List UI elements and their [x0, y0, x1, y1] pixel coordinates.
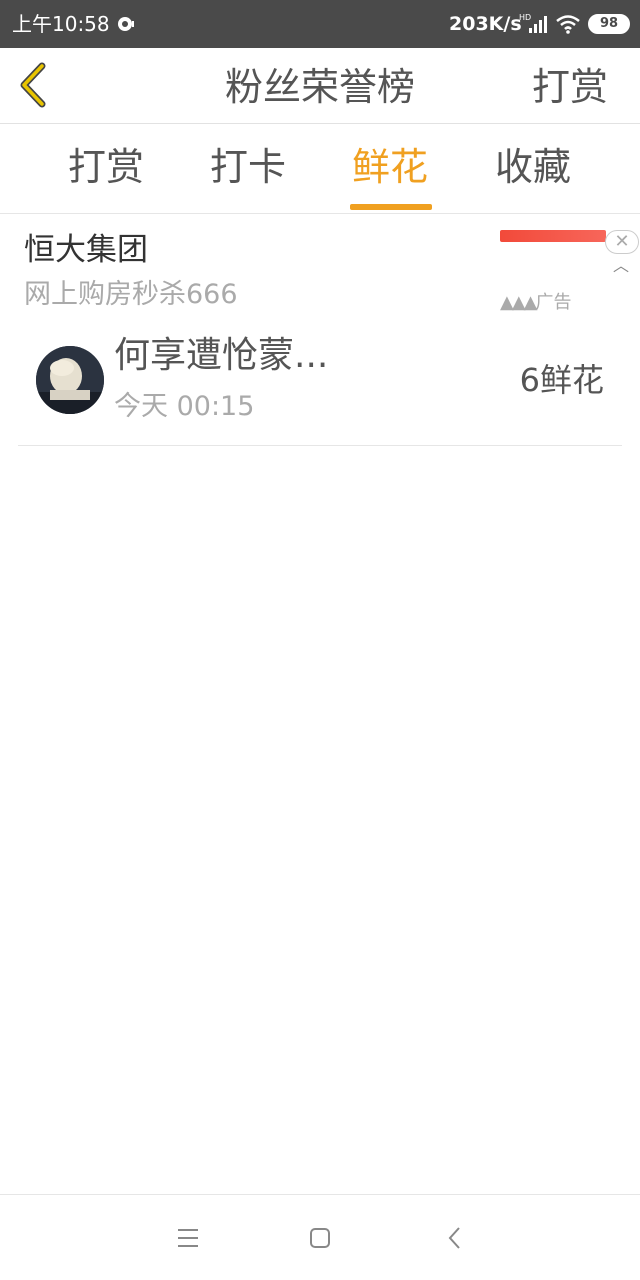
tab-checkin[interactable]: 打卡 — [210, 144, 286, 190]
battery-icon: 98 — [588, 14, 630, 34]
ad-label: ▲▲▲广告 — [500, 288, 572, 314]
status-time: 上午10:58 — [12, 12, 110, 36]
list-item[interactable]: 何享遭怆蒙... 今天 00:15 6鲜花 — [18, 320, 622, 446]
fan-name: 何享遭怆蒙... — [114, 335, 329, 376]
tab-tip[interactable]: 打赏 — [68, 144, 144, 190]
ad-description: 网上购房秒杀666 — [24, 279, 238, 310]
ad-image — [500, 230, 606, 242]
close-icon[interactable]: ✕ — [605, 230, 639, 254]
chevron-up-icon[interactable]: ︿ — [613, 252, 629, 276]
ad-label-mark: ▲▲▲ — [500, 292, 538, 313]
ad-label-text: 广告 — [535, 292, 572, 313]
menu-icon[interactable] — [171, 1221, 205, 1255]
active-tab-indicator — [350, 204, 432, 210]
app-notification-icon — [118, 17, 134, 31]
system-navigation-bar — [0, 1194, 640, 1280]
app-header: 粉丝荣誉榜 打赏 — [0, 48, 640, 124]
status-bar: 上午10:58 203K/s HD 98 — [0, 0, 640, 48]
tab-flowers[interactable]: 鲜花 — [352, 144, 428, 190]
fan-time: 今天 00:15 — [114, 391, 255, 422]
tip-button[interactable]: 打赏 — [532, 64, 608, 110]
wifi-icon — [556, 15, 580, 34]
back-icon[interactable] — [438, 1221, 472, 1255]
ad-title: 恒大集团 — [24, 232, 148, 268]
svg-text:HD: HD — [519, 13, 531, 22]
tab-favorites[interactable]: 收藏 — [495, 144, 571, 190]
network-speed: 203K/s — [449, 13, 522, 35]
flower-count: 6鲜花 — [519, 361, 604, 399]
home-square-icon[interactable] — [303, 1221, 337, 1255]
avatar — [36, 346, 104, 414]
tab-bar: 打赏 打卡 鲜花 收藏 — [0, 124, 640, 214]
signal-icon: HD — [519, 13, 547, 33]
